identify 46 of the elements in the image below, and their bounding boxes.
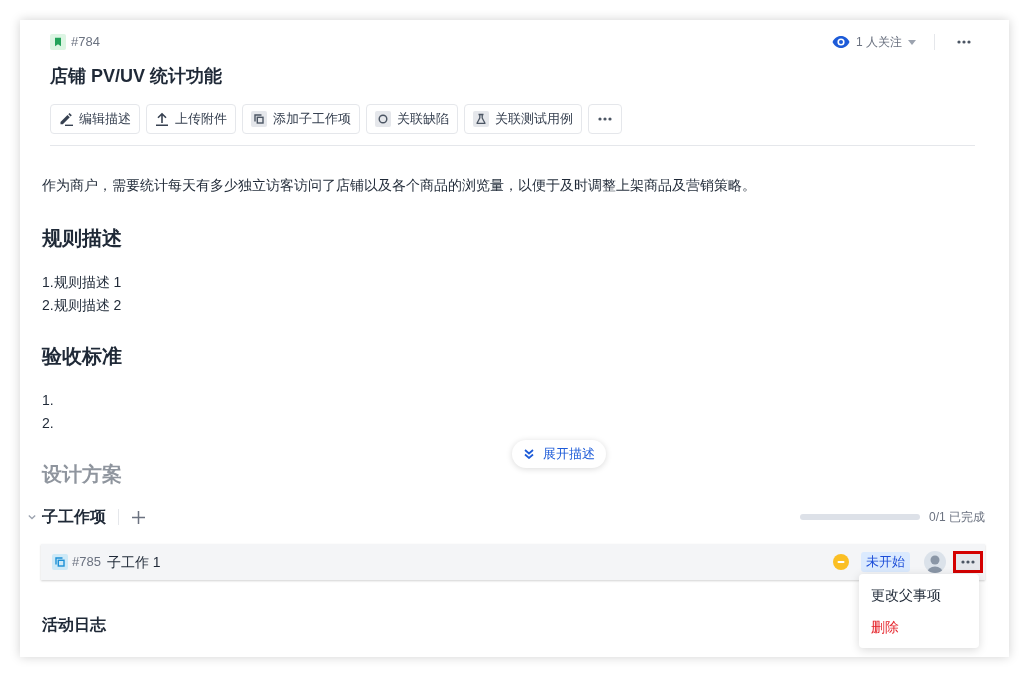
progress-reading: 0/1 已完成 bbox=[929, 509, 985, 526]
eye-icon bbox=[832, 36, 850, 48]
caret-icon bbox=[908, 39, 916, 45]
list-line: 1.规则描述 1 bbox=[42, 273, 122, 292]
list-line: 2.规则描述 2 bbox=[42, 296, 122, 315]
toolbar-button[interactable]: 上传附件 bbox=[146, 104, 236, 134]
section-title: 子工作项 bbox=[42, 507, 106, 527]
item-title: 店铺 PV/UV 统计功能 bbox=[50, 65, 223, 88]
menu-item[interactable]: 更改父事项 bbox=[859, 579, 979, 611]
list-line: 2. bbox=[42, 414, 54, 433]
copy-icon bbox=[251, 111, 267, 127]
add-button[interactable] bbox=[132, 510, 145, 524]
section-heading: 规则描述 bbox=[42, 226, 122, 251]
more-icon bbox=[957, 40, 971, 44]
item-id: #784 bbox=[71, 33, 100, 52]
copy-icon bbox=[52, 554, 68, 570]
circle-icon bbox=[375, 111, 391, 127]
expand-description-button[interactable]: 展开描述 bbox=[512, 440, 606, 468]
upload-icon bbox=[155, 112, 169, 126]
more-icon bbox=[961, 560, 975, 564]
activity-title: 活动日志 bbox=[42, 615, 106, 635]
section-heading: 设计方案 bbox=[42, 462, 122, 487]
flask-icon bbox=[473, 111, 489, 127]
toolbar-button[interactable]: 添加子工作项 bbox=[242, 104, 360, 134]
pencil-icon bbox=[59, 112, 73, 126]
menu-item[interactable]: 删除 bbox=[859, 611, 979, 643]
description-text: 作为商户，需要统计每天有多少独立访客访问了店铺以及各个商品的浏览量，以便于及时调整上架商品及营销策略。 bbox=[42, 176, 756, 195]
toolbar-button[interactable]: 关联缺陷 bbox=[366, 104, 458, 134]
section-heading: 验收标准 bbox=[42, 344, 122, 369]
bookmark-icon bbox=[50, 34, 66, 50]
double-chevron-icon bbox=[523, 449, 534, 459]
plus-icon bbox=[132, 510, 145, 524]
collapse-toggle[interactable] bbox=[28, 513, 36, 521]
subtask-id: #785 bbox=[72, 553, 101, 572]
chevron-icon bbox=[28, 513, 36, 521]
watch-button[interactable]: 1 人关注 bbox=[832, 33, 916, 51]
subtask-row[interactable]: #785 子工作 1 未开始 bbox=[41, 544, 985, 580]
status-tag: 未开始 bbox=[861, 552, 910, 572]
avatar-icon bbox=[924, 551, 946, 573]
list-line: 1. bbox=[42, 391, 54, 410]
row-more-button[interactable] bbox=[953, 551, 983, 573]
minus-circle-icon bbox=[833, 554, 849, 570]
more-icon bbox=[598, 117, 612, 121]
toolbar-button[interactable]: 编辑描述 bbox=[50, 104, 140, 134]
subtask-title: 子工作 1 bbox=[106, 552, 161, 572]
toolbar-button[interactable]: 关联测试用例 bbox=[464, 104, 582, 134]
